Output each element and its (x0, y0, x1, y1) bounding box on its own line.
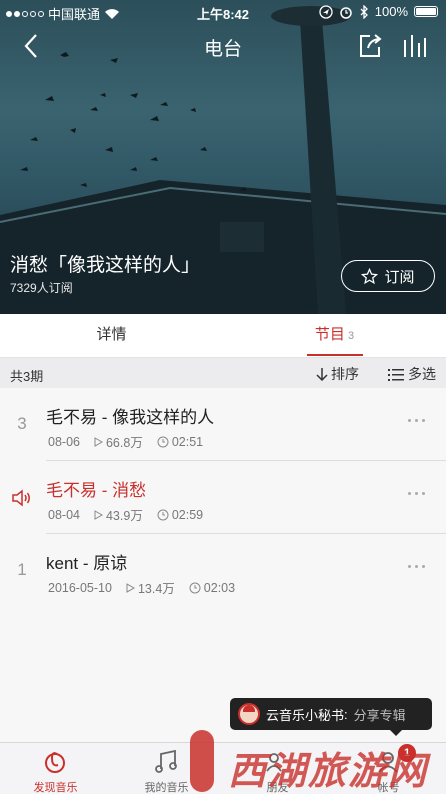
clock-icon (189, 582, 201, 593)
episode-duration: 02:03 (189, 581, 235, 595)
multi-select-button[interactable]: 多选 (388, 364, 436, 384)
clock-icon (157, 509, 169, 520)
content-tabs: 详情 节目 3 (0, 314, 446, 358)
play-count-icon (126, 582, 135, 593)
bluetooth-icon (360, 4, 368, 19)
tab-details-label: 详情 (96, 326, 127, 343)
subscribe-button[interactable]: 订阅 (341, 260, 435, 292)
list-icon (388, 368, 404, 381)
episode-duration-text: 02:59 (171, 507, 204, 522)
episode-date-text: 08-06 (48, 434, 80, 449)
tab-programs-label: 节目 (314, 326, 345, 343)
episode-plays-text: 43.9万 (105, 509, 143, 523)
share-icon[interactable] (358, 33, 384, 59)
episode-plays-text: 66.8万 (105, 436, 143, 450)
subscriber-count: 7329人订阅 (10, 281, 73, 295)
list-header: 共3期 排序 多选 (0, 358, 446, 388)
more-options-icon[interactable] (408, 415, 430, 425)
radio-cover: 中国联通 上午8:42 100% 电台 消愁「像我这样的人」 7329人订阅 订… (0, 0, 446, 314)
tooltip-action: 分享专辑 (353, 707, 406, 723)
alarm-icon (340, 6, 352, 19)
episode-title: 毛不易 - 像我这样的人 (46, 408, 215, 427)
episode-duration: 02:51 (157, 435, 203, 449)
nav-bar: 电台 (0, 24, 446, 68)
play-count-icon (94, 509, 103, 520)
battery-icon (414, 6, 438, 17)
sort-label: 排序 (331, 366, 359, 382)
multi-select-label: 多选 (408, 366, 436, 382)
episode-duration: 02:59 (157, 508, 203, 522)
active-tab-indicator (307, 354, 363, 356)
battery-percent: 100% (374, 4, 408, 19)
tab-programs[interactable]: 节目 3 (223, 314, 446, 358)
more-options-icon[interactable] (408, 488, 430, 498)
episode-plays: 13.4万 (126, 578, 175, 597)
tab-discover-label: 发现音乐 (33, 782, 78, 794)
episode-plays: 66.8万 (94, 432, 143, 451)
tooltip-name: 云音乐小秘书 (266, 707, 345, 723)
tab-details[interactable]: 详情 (0, 314, 223, 358)
episode-index: 3 (17, 414, 27, 433)
episode-duration-text: 02:51 (171, 434, 204, 449)
radio-title: 消愁「像我这样的人」 (10, 255, 201, 276)
episode-date: 2016-05-10 (48, 581, 112, 595)
assistant-tooltip[interactable]: 云音乐小秘书: 分享专辑 (230, 698, 432, 736)
speaker-icon (12, 489, 30, 507)
subscribe-label: 订阅 (384, 268, 415, 286)
tab-discover[interactable]: 发现音乐 (0, 743, 111, 794)
episode-plays-text: 13.4万 (137, 582, 175, 596)
star-icon (361, 267, 379, 284)
episode-row[interactable]: 1 kent - 原谅 2016-05-10 13.4万 02:03 (0, 534, 446, 607)
episode-index: 1 (17, 560, 27, 579)
status-bar: 中国联通 上午8:42 100% (0, 0, 446, 24)
netease-music-icon (45, 752, 65, 773)
episode-duration-text: 02:03 (203, 580, 236, 595)
episode-title: 毛不易 - 消愁 (46, 481, 147, 500)
now-playing-icon[interactable] (402, 34, 428, 58)
sort-button[interactable]: 排序 (316, 364, 359, 384)
episode-title: kent - 原谅 (46, 554, 128, 573)
play-count-icon (94, 436, 103, 447)
tab-programs-count: 3 (347, 330, 355, 342)
more-options-icon[interactable] (408, 561, 430, 571)
episode-row[interactable]: 3 毛不易 - 像我这样的人 08-06 66.8万 02:51 (0, 388, 446, 461)
clock-icon (157, 436, 169, 447)
episode-plays: 43.9万 (94, 505, 143, 524)
assistant-avatar (238, 703, 260, 725)
episode-date: 08-06 (48, 435, 80, 449)
episode-date-text: 2016-05-10 (48, 580, 112, 595)
episode-date-text: 08-04 (48, 507, 80, 522)
sort-arrow-icon (316, 368, 328, 381)
episode-list: 3 毛不易 - 像我这样的人 08-06 66.8万 02:51 毛不易 - 消… (0, 388, 446, 607)
episode-row-playing[interactable]: 毛不易 - 消愁 08-04 43.9万 02:59 (0, 461, 446, 534)
music-note-icon (155, 749, 177, 773)
episode-total: 共3期 (10, 369, 44, 384)
tooltip-separator: : (344, 706, 348, 722)
location-icon (319, 4, 333, 19)
episode-date: 08-04 (48, 508, 80, 522)
watermark-seal (190, 730, 214, 792)
watermark-text: 西湖旅游网 (228, 748, 429, 793)
